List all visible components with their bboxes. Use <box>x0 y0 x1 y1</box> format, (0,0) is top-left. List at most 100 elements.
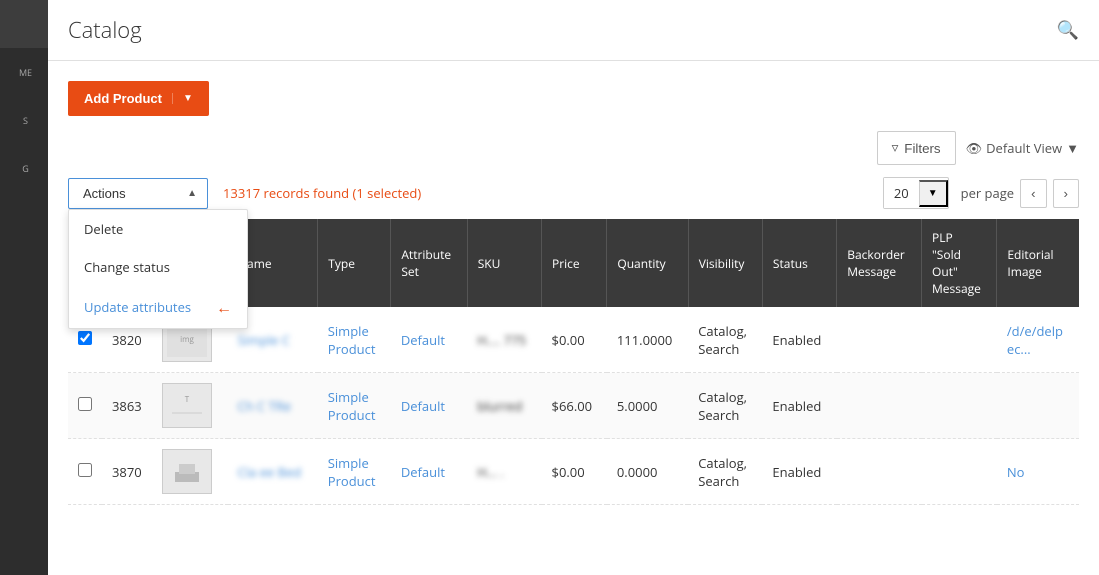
row-status: Enabled <box>762 307 836 373</box>
row-backorder-message <box>837 439 922 505</box>
row-backorder-message <box>837 373 922 439</box>
add-product-button[interactable]: Add Product ▼ <box>68 81 209 116</box>
eye-icon: 👁 <box>966 139 983 157</box>
per-page-select: 20 ▼ <box>883 177 949 209</box>
row-sku: H.... 775 <box>467 307 541 373</box>
row-sku: H... . <box>467 439 541 505</box>
row-plp-sold-out <box>922 439 997 505</box>
action-delete[interactable]: Delete <box>69 210 247 248</box>
row-visibility: Catalog,Search <box>688 439 762 505</box>
row-status: Enabled <box>762 373 836 439</box>
default-view-arrow-icon: ▼ <box>1066 139 1079 157</box>
row-quantity: 0.0000 <box>607 439 688 505</box>
add-product-arrow-icon: ▼ <box>172 93 193 104</box>
row-editorial-image <box>997 373 1079 439</box>
add-product-label: Add Product <box>84 91 172 106</box>
top-bar: Catalog 🔍 <box>48 0 1099 61</box>
change-status-label: Change status <box>84 258 170 276</box>
page-title: Catalog <box>68 15 142 45</box>
sidebar-item-1[interactable] <box>0 0 48 48</box>
filters-label: Filters <box>904 141 940 156</box>
row-checkbox[interactable] <box>78 397 92 411</box>
add-product-toolbar: Add Product ▼ <box>68 81 1079 116</box>
filters-button[interactable]: ▿ Filters <box>877 131 956 165</box>
sidebar-item-s[interactable]: S <box>0 96 48 144</box>
sidebar-item-me[interactable]: ME <box>0 48 48 96</box>
grid-toolbar: Actions ▲ Delete Change status Update at… <box>68 177 1079 209</box>
row-thumbnail-cell <box>152 439 228 505</box>
pagination: 20 ▼ per page ‹ › <box>883 177 1079 209</box>
svg-text:img: img <box>180 334 194 345</box>
delete-label: Delete <box>84 220 123 238</box>
col-attribute-set: AttributeSet <box>391 219 467 307</box>
row-checkbox-cell <box>68 373 102 439</box>
default-view-selector[interactable]: 👁 Default View ▼ <box>966 139 1079 157</box>
table-row: 3863 T Ch C TRe SimpleProduct <box>68 373 1079 439</box>
row-backorder-message <box>837 307 922 373</box>
table-row: 3870 Cla ee Bed SimpleProduct <box>68 439 1079 505</box>
col-type: Type <box>318 219 391 307</box>
row-name: Ch C TRe <box>228 373 318 439</box>
actions-arrow-icon: ▲ <box>187 188 197 199</box>
row-type: SimpleProduct <box>318 439 391 505</box>
filter-icon: ▿ <box>892 140 899 156</box>
filter-row: ▿ Filters 👁 Default View ▼ <box>68 131 1079 165</box>
records-info: 13317 records found (1 selected) <box>223 184 421 202</box>
actions-label: Actions <box>83 186 126 201</box>
per-page-dropdown-button[interactable]: ▼ <box>919 180 948 207</box>
row-attribute-set: Default <box>391 307 467 373</box>
action-update-attributes[interactable]: Update attributes ← <box>69 286 247 328</box>
row-type: SimpleProduct <box>318 373 391 439</box>
row-type: SimpleProduct <box>318 307 391 373</box>
update-attributes-label: Update attributes <box>84 298 191 316</box>
search-button[interactable]: 🔍 <box>1057 20 1079 41</box>
default-view-label: Default View <box>986 139 1062 157</box>
row-plp-sold-out <box>922 307 997 373</box>
per-page-value: 20 <box>884 178 919 208</box>
product-thumbnail: T <box>162 383 212 428</box>
col-visibility: Visibility <box>688 219 762 307</box>
row-sku: blurred <box>467 373 541 439</box>
row-price: $0.00 <box>542 439 607 505</box>
col-quantity: Quantity <box>607 219 688 307</box>
action-change-status[interactable]: Change status <box>69 248 247 286</box>
row-status: Enabled <box>762 439 836 505</box>
row-checkbox[interactable] <box>78 331 92 345</box>
prev-page-button[interactable]: ‹ <box>1020 179 1046 208</box>
row-name: Cla ee Bed <box>228 439 318 505</box>
row-editorial-image: No <box>997 439 1079 505</box>
row-price: $0.00 <box>542 307 607 373</box>
col-editorial-image: EditorialImage <box>997 219 1079 307</box>
next-page-button[interactable]: › <box>1053 179 1079 208</box>
content-area: Add Product ▼ ▿ Filters 👁 Default View ▼ <box>48 61 1099 575</box>
sidebar: ME S G <box>0 0 48 575</box>
selected-count: (1 selected) <box>353 184 422 202</box>
row-id: 3870 <box>102 439 152 505</box>
row-plp-sold-out <box>922 373 997 439</box>
row-id: 3863 <box>102 373 152 439</box>
col-plp-sold-out: PLP"SoldOut"Message <box>922 219 997 307</box>
update-attributes-arrow-icon: ← <box>216 296 232 318</box>
actions-dropdown-menu: Delete Change status Update attributes ← <box>68 209 248 329</box>
col-sku: SKU <box>467 219 541 307</box>
product-thumbnail <box>162 449 212 494</box>
row-editorial-image: /d/e/delpec... <box>997 307 1079 373</box>
row-thumbnail-cell: T <box>152 373 228 439</box>
col-backorder-message: BackorderMessage <box>837 219 922 307</box>
row-checkbox[interactable] <box>78 463 92 477</box>
thumbnail-svg: T <box>167 388 207 423</box>
row-visibility: Catalog,Search <box>688 307 762 373</box>
row-checkbox-cell <box>68 439 102 505</box>
col-status: Status <box>762 219 836 307</box>
thumbnail-svg <box>167 454 207 489</box>
row-attribute-set: Default <box>391 373 467 439</box>
actions-button[interactable]: Actions ▲ <box>68 178 208 209</box>
actions-wrapper: Actions ▲ Delete Change status Update at… <box>68 178 208 209</box>
records-count: 13317 records found <box>223 184 349 202</box>
row-attribute-set: Default <box>391 439 467 505</box>
main-content: Catalog 🔍 Add Product ▼ ▿ Filters 👁 Defa <box>48 0 1099 575</box>
sidebar-item-g[interactable]: G <box>0 144 48 192</box>
row-visibility: Catalog,Search <box>688 373 762 439</box>
per-page-label: per page <box>961 184 1014 202</box>
row-price: $66.00 <box>542 373 607 439</box>
